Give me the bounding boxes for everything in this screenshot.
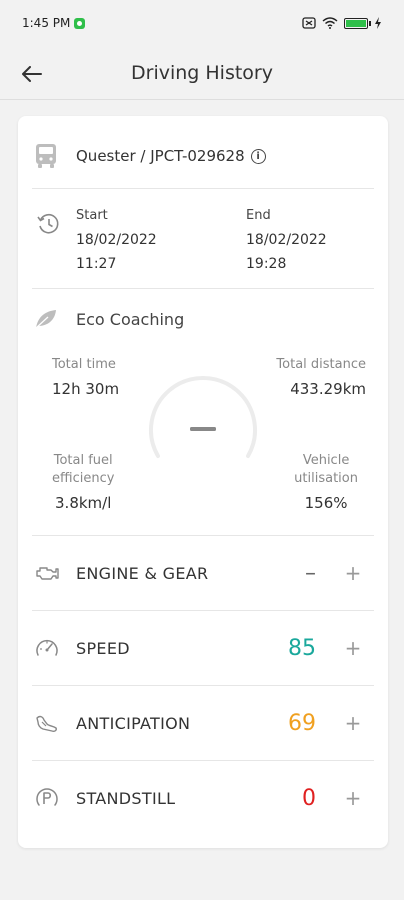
notification-app-icon [74,17,86,29]
expand-plus-button[interactable]: + [342,561,364,585]
score-value: – [305,560,316,586]
app-header: Driving History [0,46,404,100]
page-title: Driving History [131,61,273,84]
wifi-icon [322,17,338,29]
end-date: 18/02/2022 [246,232,327,248]
vehicle-utilisation-label-1: Vehicle [302,453,350,468]
trip-start: Start 18/02/2022 11:27 [76,204,157,276]
no-sim-icon [302,17,316,29]
score-value: 85 [288,635,316,661]
status-bar: 1:45 PM [0,0,404,46]
back-button[interactable] [18,60,46,88]
anticipation-icon [34,710,60,736]
score-value: 69 [288,710,316,736]
history-clock-icon [37,213,59,234]
end-label: End [246,208,271,223]
start-date: 18/02/2022 [76,232,157,248]
score-label: STANDSTILL [76,788,176,808]
score-row-speed[interactable]: SPEED 85 + [32,611,374,685]
parking-icon [34,785,60,811]
divider [32,288,374,289]
expand-plus-button[interactable]: + [342,786,364,810]
vehicle-name: Quester / JPCT-029628 [76,147,245,165]
truck-icon [36,144,56,168]
engine-icon [34,560,60,586]
speedometer-icon [34,635,60,661]
score-label: ANTICIPATION [76,713,191,733]
battery-icon [344,17,371,29]
fuel-efficiency-label-1: Total fuel [53,453,113,468]
arrow-left-icon [22,66,42,82]
trip-time-row: Start 18/02/2022 11:27 End 18/02/2022 19… [34,204,372,274]
score-label: SPEED [76,638,130,658]
total-distance-label: Total distance [276,357,366,372]
fuel-efficiency-value: 3.8km/l [55,494,112,512]
end-time: 19:28 [246,256,287,272]
status-time: 1:45 PM [22,16,71,30]
score-row-anticipation[interactable]: ANTICIPATION 69 + [32,686,374,760]
score-row-standstill[interactable]: STANDSTILL 0 + [32,761,374,835]
vehicle-utilisation-stat: Vehicle utilisation 156% [294,452,358,514]
trip-end: End 18/02/2022 19:28 [246,204,327,276]
expand-plus-button[interactable]: + [342,636,364,660]
eco-coaching-label: Eco Coaching [76,309,185,329]
start-label: Start [76,208,108,223]
total-time-value: 12h 30m [52,380,120,398]
expand-plus-button[interactable]: + [342,711,364,735]
status-time-group: 1:45 PM [22,16,86,30]
fuel-efficiency-label-2: efficiency [52,471,115,486]
start-time: 11:27 [76,256,117,272]
divider [32,188,374,189]
vehicle-row: Quester / JPCT-029628 i [34,138,372,174]
charging-bolt-icon [375,17,381,29]
fuel-efficiency-stat: Total fuel efficiency 3.8km/l [52,452,114,514]
total-distance-stat: Total distance 433.29km [276,356,366,400]
total-time-label: Total time [52,357,116,372]
score-label: ENGINE & GEAR [76,563,209,583]
leaf-icon [35,310,56,329]
eco-coaching-header: Eco Coaching [34,304,184,334]
total-time-stat: Total time 12h 30m [52,356,119,400]
score-row-engine-gear[interactable]: ENGINE & GEAR – + [32,536,374,610]
total-distance-value: 433.29km [290,380,366,398]
eco-score-gauge [149,376,257,458]
info-icon[interactable]: i [250,148,266,164]
driving-history-card: Quester / JPCT-029628 i Start 18/02/2022… [18,116,388,848]
status-icons [302,17,382,29]
vehicle-utilisation-value: 156% [304,494,348,512]
score-value: 0 [302,785,316,811]
vehicle-utilisation-label-2: utilisation [294,471,358,486]
